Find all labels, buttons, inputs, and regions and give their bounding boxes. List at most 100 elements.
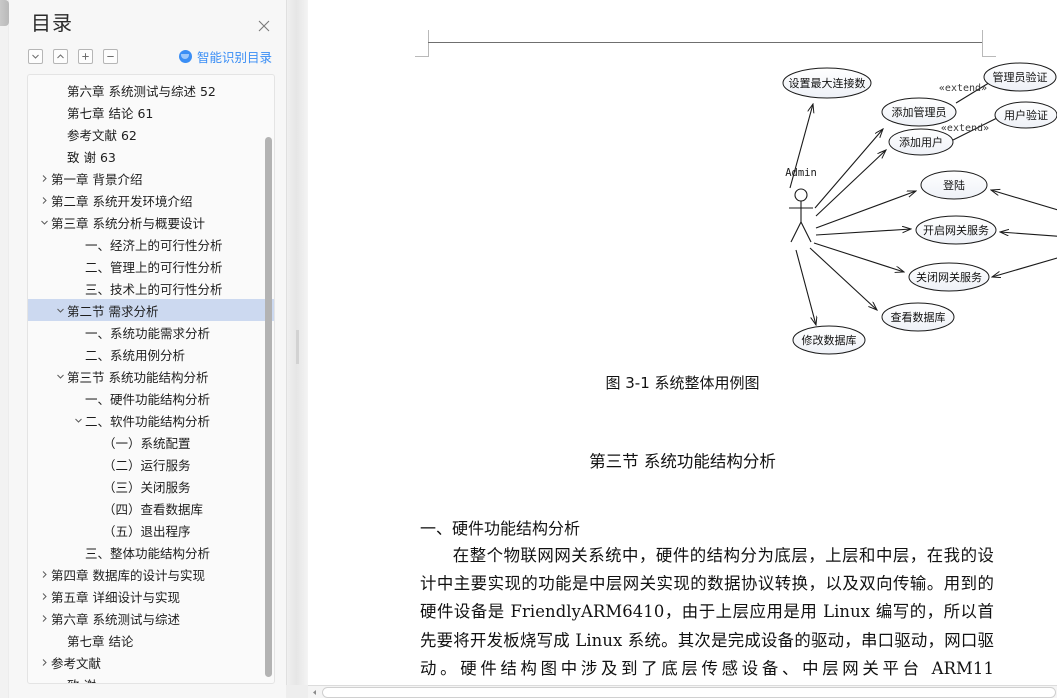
outline-item-label: 二、软件功能结构分析 <box>85 413 211 429</box>
chevron-right-icon[interactable] <box>38 607 51 629</box>
outline-item[interactable]: 第二节 需求分析 <box>28 299 274 321</box>
outline-item-label: 第二节 需求分析 <box>67 303 159 319</box>
chevron-down-icon[interactable] <box>54 299 67 321</box>
outline-scrollbar[interactable] <box>265 137 272 677</box>
document-hscrollbar[interactable] <box>308 685 1057 698</box>
outline-item-label: （五）退出程序 <box>103 523 191 539</box>
use-case-label: 添加管理员 <box>892 105 947 119</box>
outline-item-label: 参考文献 <box>51 655 102 671</box>
outline-item[interactable]: 第一章 背景介绍 <box>28 167 274 189</box>
outline-item[interactable]: 二、管理上的可行性分析 <box>28 255 274 277</box>
body-paragraph: 在整个物联网网关系统中，硬件的结构分为底层，上层和中层，在我的设计中主要实现的功… <box>420 546 994 678</box>
outline-item-label: 第三节 系统功能结构分析 <box>67 369 209 385</box>
outline-item-label: 第一章 背景介绍 <box>51 171 143 187</box>
outline-item[interactable]: 三、整体功能结构分析 <box>28 541 274 563</box>
chevron-up-icon[interactable] <box>53 48 68 64</box>
chevron-down-icon[interactable] <box>38 211 51 233</box>
outline-item-label: 参考文献 62 <box>67 127 137 143</box>
outline-item-label: （三）关闭服务 <box>103 479 191 495</box>
outline-item-label: （二）运行服务 <box>103 457 191 473</box>
divider-grip-icon <box>296 330 299 364</box>
outline-item[interactable]: 三、技术上的可行性分析 <box>28 277 274 299</box>
outline-item-label: 第七章 结论 <box>67 633 134 649</box>
outline-toolbar: 智能识别目录 <box>9 44 286 68</box>
smart-outline-label: 智能识别目录 <box>196 49 272 65</box>
outline-item[interactable]: 第二章 系统开发环境介绍 <box>28 189 274 211</box>
outline-item[interactable]: 第三章 系统分析与概要设计 <box>28 211 274 233</box>
use-case-label: 用户验证 <box>1004 108 1048 122</box>
outline-item[interactable]: 参考文献 62 <box>28 123 274 145</box>
document-viewport[interactable]: Admin User <box>308 0 1057 685</box>
outline-item-label: 第六章 系统测试与综述 <box>51 611 180 627</box>
chevron-down-icon[interactable] <box>28 48 43 64</box>
actor-admin <box>789 188 813 243</box>
outline-item[interactable]: 第三节 系统功能结构分析 <box>28 365 274 387</box>
outline-item[interactable]: 参考文献 <box>28 651 274 673</box>
plus-icon[interactable] <box>78 48 93 64</box>
outline-item[interactable]: 致 谢 63 <box>28 145 274 167</box>
outline-item[interactable]: 二、系统用例分析 <box>28 343 274 365</box>
hscroll-gutter <box>286 685 308 698</box>
chevron-down-icon[interactable] <box>54 365 67 387</box>
outline-item[interactable]: 第七章 结论 <box>28 629 274 651</box>
outline-item-label: 第二章 系统开发环境介绍 <box>51 193 193 209</box>
stereotype-extend-1: «extend» <box>939 83 987 94</box>
close-icon[interactable] <box>256 18 272 34</box>
outline-item[interactable]: 二、软件功能结构分析 <box>28 409 274 431</box>
panel-collapse-handle[interactable] <box>0 0 9 26</box>
outline-item-label: 一、系统功能需求分析 <box>85 325 211 341</box>
outline-item[interactable]: 第七章 结论 61 <box>28 101 274 123</box>
panel-divider[interactable] <box>286 0 308 698</box>
section-heading: 第三节 系统功能结构分析 <box>589 452 776 471</box>
chevron-right-icon[interactable] <box>38 189 51 211</box>
scroll-left-icon[interactable] <box>308 686 321 698</box>
outline-item-label: 一、硬件功能结构分析 <box>85 391 211 407</box>
outline-item[interactable]: （三）关闭服务 <box>28 475 274 497</box>
stereotype-extend-2: «extend» <box>941 123 989 134</box>
outline-item-label: 致 谢 63 <box>67 149 116 165</box>
outline-item[interactable]: 第四章 数据库的设计与实现 <box>28 563 274 585</box>
outline-item[interactable]: （一）系统配置 <box>28 431 274 453</box>
chevron-right-icon[interactable] <box>38 585 51 607</box>
hscroll-track[interactable] <box>322 686 1056 698</box>
outline-item[interactable]: 一、硬件功能结构分析 <box>28 387 274 409</box>
use-case-label: 开启网关服务 <box>923 223 989 237</box>
outline-item[interactable]: 第六章 系统测试与综述 <box>28 607 274 629</box>
chevron-right-icon[interactable] <box>38 167 51 189</box>
chevron-right-icon[interactable] <box>38 651 51 673</box>
outline-item[interactable]: （二）运行服务 <box>28 453 274 475</box>
outline-item-label: （四）查看数据库 <box>103 501 204 517</box>
actor-label-admin: Admin <box>785 167 817 179</box>
smart-outline-button[interactable]: 智能识别目录 <box>178 47 272 66</box>
chevron-down-icon[interactable] <box>72 409 85 431</box>
diagram-edges-user <box>991 190 1057 277</box>
outline-item[interactable]: （四）查看数据库 <box>28 497 274 519</box>
use-case-label: 管理员验证 <box>993 70 1048 84</box>
outline-item[interactable]: 一、系统功能需求分析 <box>28 321 274 343</box>
page-title: 目录 <box>31 11 73 35</box>
outline-item-label: 二、系统用例分析 <box>85 347 186 363</box>
minus-icon[interactable] <box>103 48 118 64</box>
outline-item[interactable]: 致 谢 <box>28 673 274 684</box>
left-edge-strip <box>0 0 9 698</box>
outline-item[interactable]: （五）退出程序 <box>28 519 274 541</box>
outline-panel: 目录 智能识别目录 第六章 系统测试与综述 52 第七章 结论 61 参考文献 … <box>9 0 286 698</box>
outline-item-label: 一、经济上的可行性分析 <box>85 237 223 253</box>
chevron-right-icon[interactable] <box>38 563 51 585</box>
outline-item[interactable]: 第五章 详细设计与实现 <box>28 585 274 607</box>
outline-item[interactable]: 一、经济上的可行性分析 <box>28 233 274 255</box>
outline-item[interactable]: 第六章 系统测试与综述 52 <box>28 79 274 101</box>
